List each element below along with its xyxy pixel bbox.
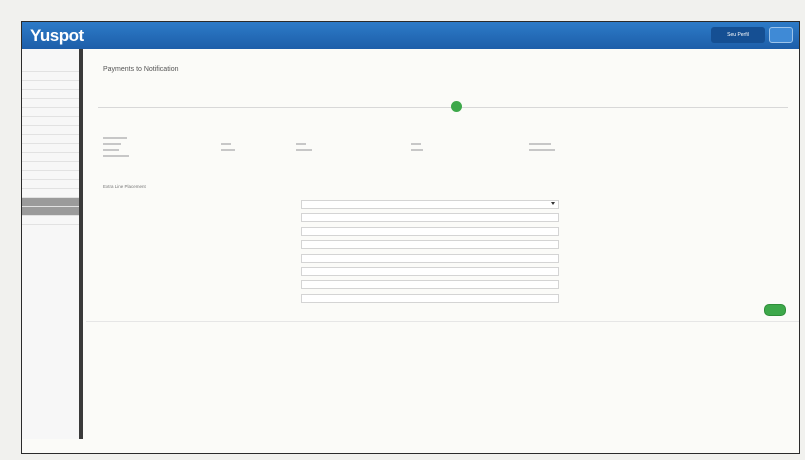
sidebar-item[interactable]: [22, 171, 79, 180]
chevron-down-icon: [551, 202, 555, 205]
sidebar-item[interactable]: [22, 99, 79, 108]
app-logo[interactable]: Yuspot: [30, 26, 84, 46]
sidebar-item[interactable]: [22, 63, 79, 72]
form-row: [191, 266, 561, 279]
sidebar-item[interactable]: [22, 90, 79, 99]
form-row: [191, 293, 561, 306]
steps-track: [98, 107, 788, 108]
form-row: [191, 239, 561, 252]
sidebar-item[interactable]: [22, 72, 79, 81]
sidebar-item[interactable]: [22, 144, 79, 153]
form-row: [191, 226, 561, 239]
current-step-indicator[interactable]: [451, 101, 462, 112]
sidebar-item[interactable]: [22, 198, 79, 207]
menu-button[interactable]: [769, 27, 793, 43]
sidebar-item[interactable]: [22, 153, 79, 162]
sidebar-item[interactable]: [22, 126, 79, 135]
form-row: [191, 199, 561, 212]
user-profile-button[interactable]: Seu Perfil: [711, 27, 765, 43]
text-field[interactable]: [301, 253, 559, 263]
main-content: Payments to Notification Extra Line Plac…: [86, 49, 799, 453]
sidebar-item[interactable]: [22, 216, 79, 225]
sidebar-item[interactable]: [22, 81, 79, 90]
placement-form: [191, 199, 561, 306]
divider: [86, 321, 799, 322]
sidebar-item[interactable]: [22, 162, 79, 171]
sidebar-item[interactable]: [22, 180, 79, 189]
text-field[interactable]: [301, 226, 559, 236]
screen: Yuspot Seu Perfil Payments to Notificati…: [21, 21, 800, 454]
text-field[interactable]: [301, 240, 559, 250]
form-row: [191, 253, 561, 266]
sidebar-item[interactable]: [22, 117, 79, 126]
text-field[interactable]: [301, 213, 559, 223]
save-button[interactable]: [764, 304, 786, 316]
section-heading-placement: Extra Line Placement: [103, 184, 146, 189]
sidebar-item[interactable]: [22, 108, 79, 117]
page-title: Payments to Notification: [103, 66, 179, 73]
progress-steps: [98, 97, 788, 117]
sidebar: [22, 49, 83, 439]
text-field[interactable]: [301, 293, 559, 303]
top-bar: Yuspot Seu Perfil: [22, 22, 799, 49]
sidebar-item[interactable]: [22, 135, 79, 144]
text-field[interactable]: [301, 266, 559, 276]
form-row: [191, 279, 561, 292]
sidebar-item[interactable]: [22, 189, 79, 198]
form-row: [191, 212, 561, 225]
dropdown-select[interactable]: [301, 200, 559, 209]
text-field[interactable]: [301, 280, 559, 290]
sidebar-item[interactable]: [22, 207, 79, 216]
